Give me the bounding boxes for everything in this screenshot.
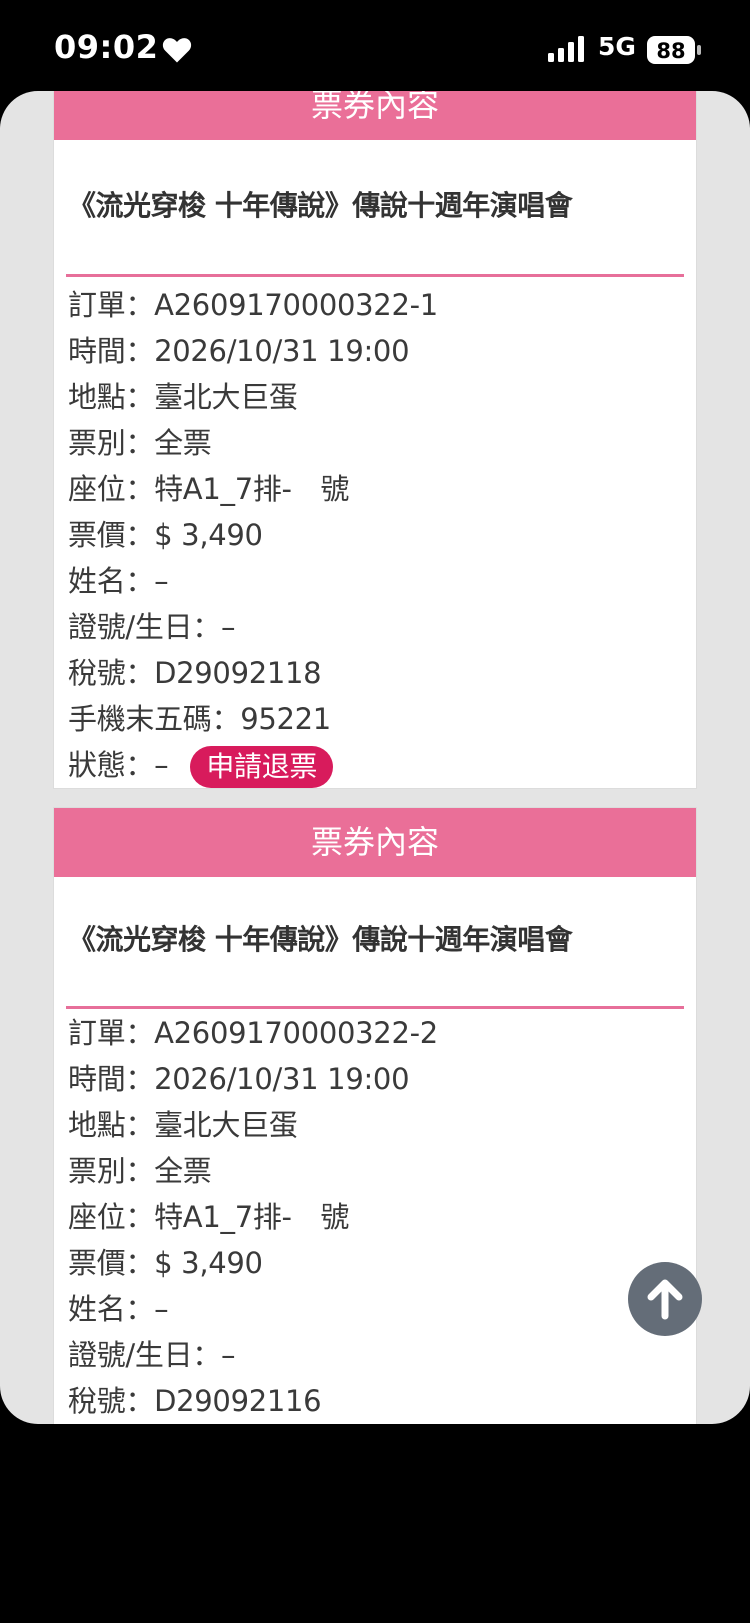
seat-info: 座位：特A1_7排- 號 (68, 472, 350, 506)
ticket-type: 票別：全票 (68, 1154, 212, 1188)
ticket-card: 票券內容 《流光穿梭 十年傳說》傳說十週年演唱會 訂單：A26091700003… (53, 807, 697, 1424)
ticket-page: 票券內容 《流光穿梭 十年傳說》傳說十週年演唱會 訂單：A26091700003… (0, 91, 750, 1424)
holder-name: 姓名：– (68, 1292, 169, 1326)
scroll-to-top-button[interactable] (628, 1262, 702, 1336)
ticket-card: 票券內容 《流光穿梭 十年傳說》傳說十週年演唱會 訂單：A26091700003… (53, 91, 697, 789)
title-divider (66, 274, 684, 277)
event-venue: 地點：臺北大巨蛋 (68, 1108, 298, 1142)
event-time: 時間：2026/10/31 19:00 (68, 334, 410, 368)
tax-id: 稅號：D29092116 (68, 1384, 322, 1418)
order-number: 訂單：A2609170000322-2 (68, 1016, 438, 1050)
event-title: 《流光穿梭 十年傳說》傳說十週年演唱會 (68, 189, 573, 222)
arrow-up-icon (647, 1279, 683, 1320)
id-birthday: 證號/生日：– (68, 1338, 236, 1372)
tax-id: 稅號：D29092118 (68, 656, 322, 690)
battery-level: 88 (656, 39, 685, 63)
signal-icon (548, 36, 584, 62)
event-venue: 地點：臺北大巨蛋 (68, 380, 298, 414)
heart-icon (162, 38, 192, 63)
network-type: 5G (598, 32, 636, 61)
id-birthday: 證號/生日：– (68, 610, 236, 644)
battery-icon: 88 (647, 36, 701, 64)
status-bar: 09:02 5G 88 (0, 0, 750, 92)
status-time: 09:02 (54, 28, 159, 66)
order-number: 訂單：A2609170000322-1 (68, 288, 438, 322)
title-divider (66, 1006, 684, 1009)
home-indicator-area (0, 1424, 750, 1623)
phone-last-five: 手機末五碼：95221 (68, 702, 331, 736)
ticket-price: 票價：$ 3,490 (68, 518, 263, 552)
ticket-price: 票價：$ 3,490 (68, 1246, 263, 1280)
seat-info: 座位：特A1_7排- 號 (68, 1200, 350, 1234)
refund-button[interactable]: 申請退票 (190, 746, 334, 788)
card-header: 票券內容 (54, 808, 696, 877)
event-time: 時間：2026/10/31 19:00 (68, 1062, 410, 1096)
event-title: 《流光穿梭 十年傳說》傳說十週年演唱會 (68, 923, 573, 956)
status-label: 狀態：– (68, 748, 169, 782)
status-row: 狀態：– 申請退票 (68, 742, 334, 788)
ticket-type: 票別：全票 (68, 426, 212, 460)
holder-name: 姓名：– (68, 564, 169, 598)
card-header: 票券內容 (54, 91, 696, 140)
